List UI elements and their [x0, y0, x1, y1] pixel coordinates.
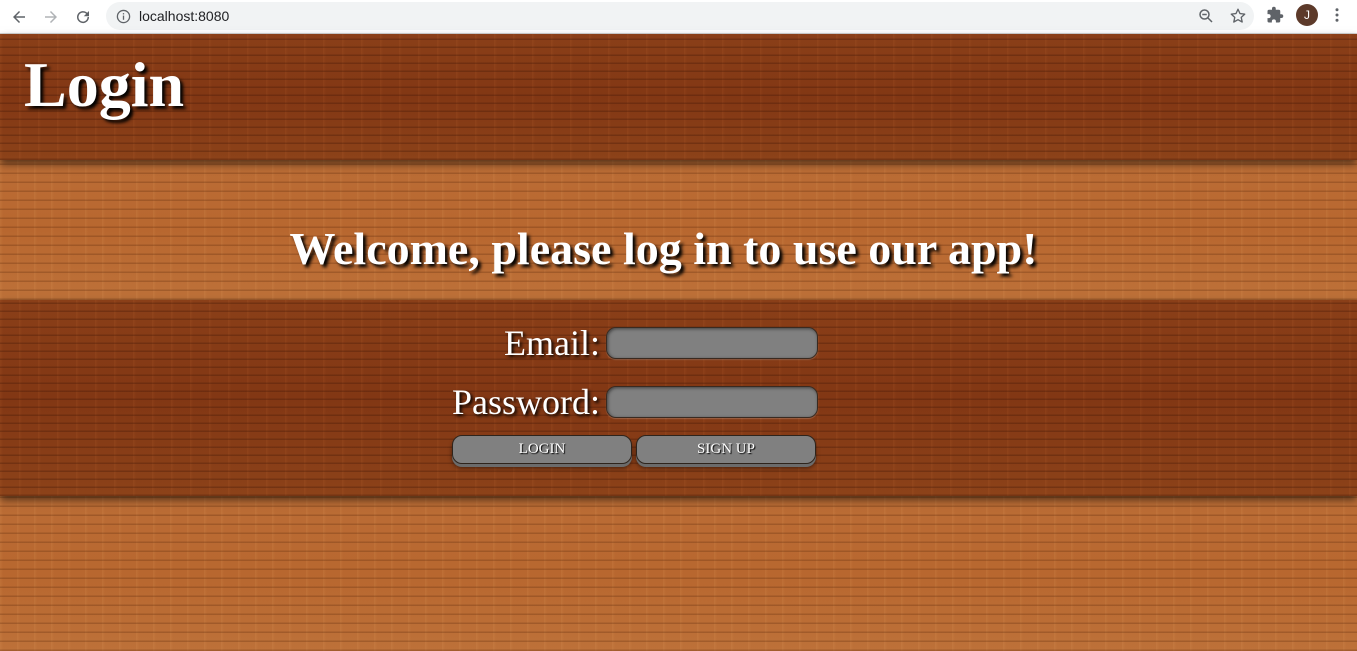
email-label: Email: [504, 323, 600, 363]
browser-toolbar: localhost:8080 J [0, 0, 1357, 34]
arrow-right-icon [45, 10, 57, 23]
password-label: Password: [451, 382, 600, 422]
star-icon[interactable] [1228, 6, 1248, 26]
password-row: Password: [450, 381, 818, 423]
zoom-icon[interactable] [1196, 6, 1216, 26]
welcome-text: Welcome, please log in to use our app! [289, 223, 1038, 274]
arrow-left-icon [13, 10, 25, 23]
sign-up-button[interactable]: SIGN UP [636, 435, 816, 464]
page-title: Login [24, 49, 185, 120]
email-field[interactable] [606, 327, 818, 359]
info-icon[interactable] [115, 8, 131, 24]
puzzle-icon[interactable] [1264, 4, 1286, 26]
avatar[interactable]: J [1296, 4, 1318, 26]
reload-button[interactable] [67, 2, 99, 32]
email-row: Email: [450, 322, 818, 364]
login-button[interactable]: LOGIN [452, 435, 632, 464]
reload-icon [77, 10, 90, 23]
login-form: Email: Password: LOGIN SIGN UP [0, 300, 1357, 496]
welcome-section: Welcome, please log in to use our app! [0, 160, 1357, 300]
back-button[interactable] [3, 2, 35, 32]
address-url: localhost:8080 [139, 8, 230, 24]
page-header: Login [0, 34, 1357, 160]
welcome-heading: Welcome, please log in to use our app! [0, 222, 1357, 275]
address-bar[interactable]: localhost:8080 [106, 2, 1254, 30]
password-field[interactable] [606, 386, 818, 418]
page-footer-area [0, 496, 1357, 651]
forward-button[interactable] [35, 2, 67, 32]
kebab-menu-icon[interactable] [1328, 4, 1346, 26]
